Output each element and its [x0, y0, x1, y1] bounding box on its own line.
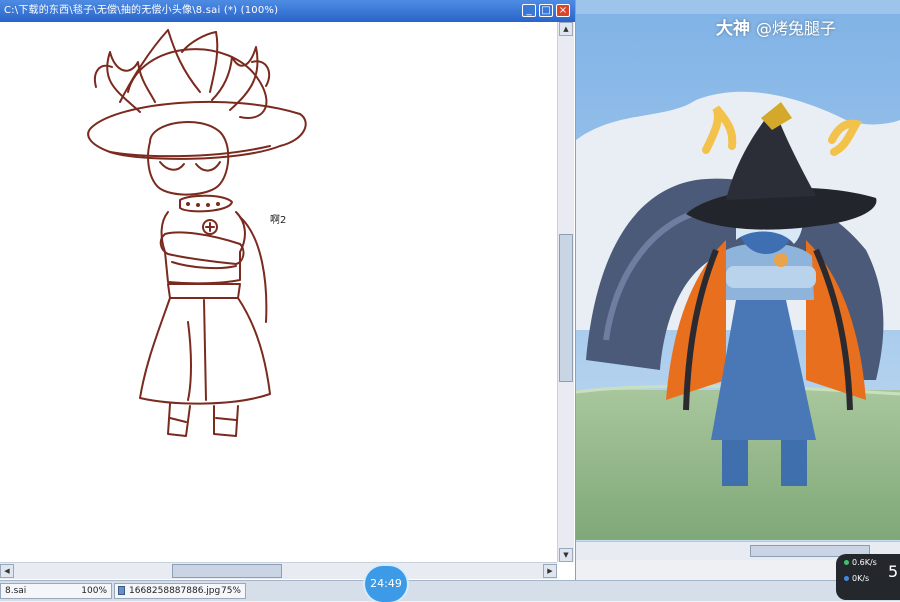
- line-art-sketch: [87, 29, 307, 437]
- drawing-window-title: C:\下载的东西\毯子\无偿\抽的无偿小头像\8.sai (*) (100%): [4, 5, 279, 16]
- drawing-canvas[interactable]: 啊2: [0, 22, 557, 562]
- document-tab-sai[interactable]: 8.sai 100%: [0, 583, 112, 599]
- watermark: 大神 @烤兔腿子: [716, 14, 836, 39]
- reference-image-window: 大神 @烤兔腿子: [576, 0, 900, 560]
- scroll-right-arrow-icon[interactable]: ▶: [543, 564, 557, 578]
- vertical-scrollbar[interactable]: ▲ ▼: [557, 22, 574, 562]
- drawing-window: C:\下载的东西\毯子\无偿\抽的无偿小头像\8.sai (*) (100%) …: [0, 0, 576, 580]
- recording-timer[interactable]: 24:49: [365, 566, 407, 602]
- horizontal-scrollbar[interactable]: ◀ ▶: [0, 562, 557, 579]
- document-tab-zoom: 75%: [220, 586, 241, 596]
- document-taskbar: 8.sai 100% 1668258887886.jpg 75%: [0, 580, 900, 601]
- scroll-up-arrow-icon[interactable]: ▲: [559, 22, 573, 36]
- document-tab-name: 1668258887886.jpg: [129, 586, 221, 596]
- close-button[interactable]: ×: [556, 4, 570, 17]
- download-speed-value: 0K/s: [852, 574, 870, 583]
- network-speed-widget[interactable]: 0.6K/s 0K/s 5: [836, 554, 900, 600]
- upload-speed: 0.6K/s: [844, 558, 877, 567]
- cursor-label: 啊2: [270, 215, 287, 226]
- upload-speed-value: 0.6K/s: [852, 558, 877, 567]
- image-file-icon: [118, 586, 125, 595]
- document-tab-zoom: 100%: [81, 586, 107, 596]
- minimize-button[interactable]: _: [522, 4, 536, 17]
- vertical-scroll-thumb[interactable]: [559, 234, 573, 382]
- watermark-brand: 大神: [716, 19, 750, 39]
- maximize-button[interactable]: □: [539, 4, 553, 17]
- horizontal-scroll-thumb[interactable]: [172, 564, 282, 578]
- scroll-down-arrow-icon[interactable]: ▼: [559, 548, 573, 562]
- document-tab-name: 8.sai: [5, 586, 27, 596]
- watermark-user: @烤兔腿子: [756, 19, 837, 38]
- scroll-left-arrow-icon[interactable]: ◀: [0, 564, 14, 578]
- download-dot-icon: [844, 576, 849, 581]
- upload-dot-icon: [844, 560, 849, 565]
- reference-image: [576, 0, 900, 560]
- document-tab-jpg[interactable]: 1668258887886.jpg 75%: [114, 583, 246, 599]
- download-speed: 0K/s: [844, 574, 869, 583]
- network-badge: 5: [888, 562, 899, 581]
- drawing-window-titlebar[interactable]: C:\下载的东西\毯子\无偿\抽的无偿小头像\8.sai (*) (100%) …: [0, 0, 575, 22]
- reference-window-titlebar[interactable]: [576, 0, 900, 14]
